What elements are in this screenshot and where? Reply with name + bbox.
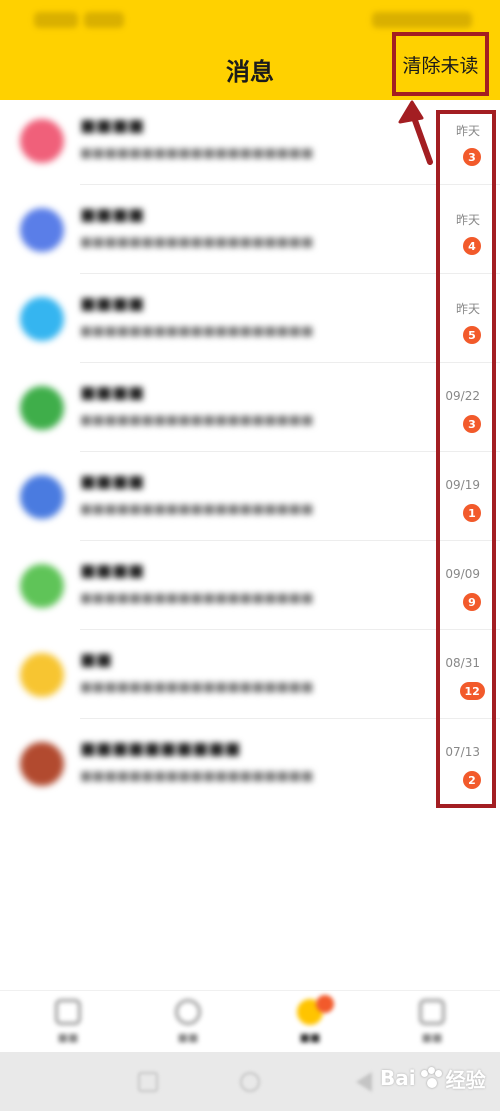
message-title: ■■■■ <box>80 561 145 581</box>
message-title: ■■■■■■■■■■ <box>80 739 241 759</box>
message-preview: ■■■■■■■■■■■■■■■■■■■ <box>80 591 314 606</box>
message-item[interactable]: ■■■■ ■■■■■■■■■■■■■■■■■■■ 09/19 1 <box>0 452 500 541</box>
message-preview: ■■■■■■■■■■■■■■■■■■■ <box>80 146 314 161</box>
unread-badge: 3 <box>463 415 481 433</box>
message-time: 07/13 <box>445 745 480 759</box>
nav-label: ■■ <box>177 1031 199 1044</box>
bottom-nav: ■■ ■■ ■■ ■■ <box>0 990 500 1052</box>
home-icon <box>55 999 81 1025</box>
message-preview: ■■■■■■■■■■■■■■■■■■■ <box>80 769 314 784</box>
unread-badge: 3 <box>463 148 481 166</box>
unread-badge: 2 <box>463 771 481 789</box>
message-preview: ■■■■■■■■■■■■■■■■■■■ <box>80 235 314 250</box>
nav-item-messages[interactable]: ■■ <box>280 995 340 1049</box>
nav-label: ■■ <box>299 1031 321 1044</box>
avatar <box>20 119 64 163</box>
message-title: ■■■■ <box>80 472 145 492</box>
avatar <box>20 475 64 519</box>
message-time: 09/22 <box>445 389 480 403</box>
paw-icon <box>420 1067 442 1089</box>
message-item[interactable]: ■■■■ ■■■■■■■■■■■■■■■■■■■ 昨天 5 <box>0 274 500 363</box>
baidu-watermark: Bai 经验 <box>380 1058 486 1098</box>
message-item[interactable]: ■■■■ ■■■■■■■■■■■■■■■■■■■ 昨天 3 <box>0 96 500 185</box>
message-time: 昨天 <box>455 124 480 138</box>
back-icon[interactable] <box>342 1072 372 1092</box>
watermark-text-right: 经验 <box>445 1067 486 1092</box>
status-battery-blur <box>372 12 472 28</box>
profile-icon <box>419 999 445 1025</box>
message-title: ■■■■ <box>80 294 145 314</box>
message-title: ■■■■ <box>80 383 145 403</box>
message-item[interactable]: ■■■■ ■■■■■■■■■■■■■■■■■■■ 09/09 9 <box>0 541 500 630</box>
unread-badge: 12 <box>459 682 485 700</box>
message-item[interactable]: ■■■■■■■■■■ ■■■■■■■■■■■■■■■■■■■ 07/13 2 <box>0 719 500 808</box>
message-item[interactable]: ■■ ■■■■■■■■■■■■■■■■■■■ 08/31 12 <box>0 630 500 719</box>
message-preview: ■■■■■■■■■■■■■■■■■■■ <box>80 680 314 695</box>
nav-label: ■■ <box>57 1031 79 1044</box>
message-title: ■■■■ <box>80 205 145 225</box>
message-title: ■■■■ <box>80 116 145 136</box>
nav-unread-dot <box>316 995 334 1013</box>
nav-item-home[interactable]: ■■ <box>38 999 98 1049</box>
message-preview: ■■■■■■■■■■■■■■■■■■■ <box>80 324 314 339</box>
avatar <box>20 297 64 341</box>
message-time: 09/09 <box>445 567 480 581</box>
avatar <box>20 742 64 786</box>
avatar <box>20 208 64 252</box>
message-time: 昨天 <box>455 213 480 227</box>
unread-badge: 1 <box>463 504 481 522</box>
message-preview: ■■■■■■■■■■■■■■■■■■■ <box>80 502 314 517</box>
message-item[interactable]: ■■■■ ■■■■■■■■■■■■■■■■■■■ 昨天 4 <box>0 185 500 274</box>
message-title: ■■ <box>80 650 113 670</box>
message-time: 08/31 <box>445 656 480 670</box>
home-button-icon[interactable] <box>240 1072 260 1092</box>
avatar <box>20 653 64 697</box>
watermark-text-left: Bai <box>380 1066 416 1090</box>
message-preview: ■■■■■■■■■■■■■■■■■■■ <box>80 413 314 428</box>
unread-badge: 9 <box>463 593 481 611</box>
nav-item-discover[interactable]: ■■ <box>158 999 218 1049</box>
message-time: 09/19 <box>445 478 480 492</box>
unread-badge: 4 <box>463 237 481 255</box>
unread-badge: 5 <box>463 326 481 344</box>
message-time: 昨天 <box>455 302 480 316</box>
message-item[interactable]: ■■■■ ■■■■■■■■■■■■■■■■■■■ 09/22 3 <box>0 363 500 452</box>
nav-label: ■■ <box>421 1031 443 1044</box>
status-time-blur <box>34 12 78 28</box>
status-icons-blur <box>84 12 124 28</box>
discover-icon <box>175 999 201 1025</box>
nav-item-profile[interactable]: ■■ <box>402 999 462 1049</box>
recent-apps-icon[interactable] <box>138 1072 158 1092</box>
avatar <box>20 386 64 430</box>
clear-unread-button[interactable]: 清除未读 <box>392 32 489 96</box>
avatar <box>20 564 64 608</box>
